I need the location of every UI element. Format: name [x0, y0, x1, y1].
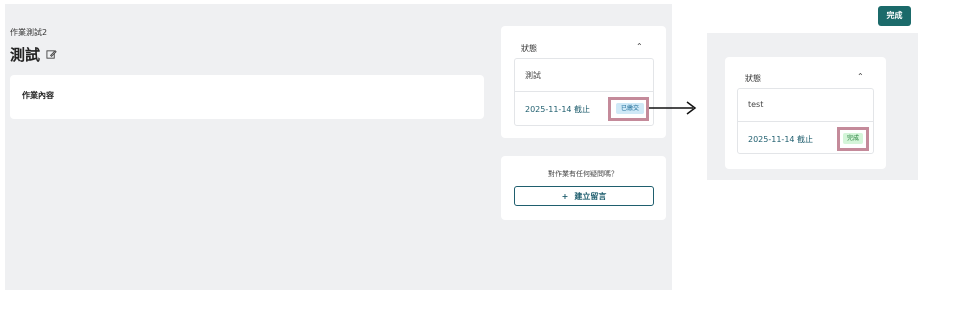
chevron-up-icon[interactable]: ⌃ [636, 42, 643, 51]
status-label: 狀態 [521, 44, 537, 53]
item-name: 測試 [525, 71, 541, 80]
question-text: 對作業有任何疑問嗎？ [548, 170, 618, 178]
content-label: 作業內容 [22, 91, 54, 100]
page-title: 測試 [10, 44, 57, 65]
due-date: 2025-11-14 截止 [525, 105, 591, 114]
done-button[interactable]: 完成 [878, 6, 911, 26]
item-name: test [748, 100, 764, 109]
breadcrumb[interactable]: 作業測試2 [10, 27, 47, 38]
create-comment-button[interactable]: + 建立留言 [514, 186, 654, 206]
highlight-box [608, 97, 649, 121]
status-label: 狀態 [745, 74, 761, 83]
divider [514, 91, 654, 92]
divider [737, 121, 874, 122]
plus-icon: + [561, 191, 569, 201]
highlight-box [837, 127, 869, 151]
edit-icon[interactable] [46, 49, 57, 60]
chevron-up-icon[interactable]: ⌃ [857, 72, 864, 81]
arrow-icon [649, 100, 697, 120]
page-title-text: 測試 [10, 46, 41, 64]
content-card [10, 75, 484, 119]
due-date: 2025-11-14 截止 [748, 135, 814, 144]
create-comment-label: 建立留言 [574, 191, 607, 201]
